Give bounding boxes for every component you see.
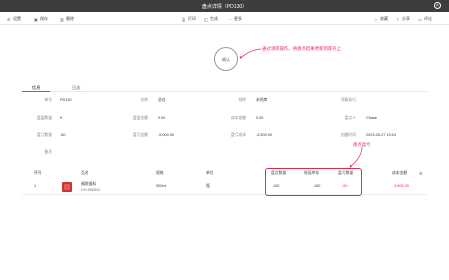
col-index: 序号 [34, 171, 42, 175]
col-cost: 成本金额 [392, 171, 408, 175]
field-value-warehouse: 总仓 [158, 98, 166, 102]
cell-index: 1 [34, 184, 37, 188]
product-thumbnail [62, 182, 72, 192]
toolbar: ⚙ 设置 ▣ 保存 ▥ 删除 ⎙ 打印 ◫ 生成 ⋯ 更多 ☆ 收藏 ⇪ 分享 ▭ 评论 [0, 12, 449, 25]
comment-icon: ▭ [418, 17, 422, 22]
field-label-remark: 备注 [44, 150, 52, 154]
settings-button[interactable]: ⚙ 设置 [7, 16, 21, 22]
generate-label: 生成 [210, 16, 218, 21]
share-icon: ⇪ [396, 17, 400, 22]
field-label-warehouse: 仓库 [140, 98, 148, 102]
field-label-order-no: 单号 [44, 98, 52, 102]
star-icon: ☆ [374, 17, 378, 22]
highlight-box [265, 168, 362, 196]
cell-code: CH-000001 [81, 187, 101, 192]
tab-log[interactable]: 日志 [72, 85, 80, 91]
field-label-surplus-amount: 盘盈金额 [132, 116, 148, 120]
field-value-cost-amount: 0.00 [256, 116, 264, 120]
delete-label: 删除 [66, 16, 74, 21]
settings-icon: ⚙ [7, 17, 11, 22]
favorite-label: 收藏 [380, 16, 388, 21]
form-row: 单号 PD130 仓库 总仓 领库 未领库 领取执行 [22, 98, 427, 108]
field-label-cost-amount: 成本金额 [230, 116, 246, 120]
field-label-counter: 盘点人 [344, 116, 356, 120]
generate-icon: ◫ [204, 17, 208, 22]
save-button[interactable]: ▣ 保存 [34, 16, 48, 22]
field-label-loss-qty: 盘亏数量 [36, 133, 52, 137]
more-icon: ⋯ [228, 17, 232, 22]
field-value-loss-qty: -50 [60, 133, 66, 137]
save-label: 保存 [40, 16, 48, 21]
print-icon: ⎙ [182, 17, 186, 22]
cell-cost: -3,500.00 [393, 184, 410, 188]
field-label-loss-amount: 盘亏金额 [132, 133, 148, 137]
share-button[interactable]: ⇪ 分享 [396, 16, 410, 22]
field-label-surplus-qty: 盘盈数量 [36, 116, 52, 120]
stamp-arrow [239, 48, 262, 59]
field-label-loss-cost: 盘亏成本 [230, 133, 246, 137]
table-row[interactable]: 1 福袋面料 CH-000001 300ml 瓶 100 150 -50 -3,… [22, 179, 427, 195]
field-value-surplus-amount: 0.00 [158, 116, 166, 120]
save-icon: ▣ [34, 17, 38, 22]
field-label-created: 创建时间 [340, 133, 356, 137]
generate-button[interactable]: ◫ 生成 [204, 16, 218, 22]
comment-label: 评论 [424, 16, 432, 21]
close-icon[interactable]: × [434, 2, 441, 9]
table-arrowhead [349, 164, 353, 168]
tab-bar: 信息 日志 [22, 84, 427, 92]
window-titlebar: 盘点详情（PD130） × [0, 0, 449, 12]
col-name: 品名 [81, 171, 89, 175]
cell-name: 福袋面料 [81, 182, 97, 186]
col-unit: 单位 [206, 171, 214, 175]
stamp-arrowhead [239, 55, 243, 59]
field-value-surplus-qty: 5 [60, 116, 63, 120]
delete-icon: ▥ [60, 17, 64, 22]
confirm-stamp[interactable]: 确认 [214, 47, 238, 71]
favorite-button[interactable]: ☆ 收藏 [374, 16, 388, 22]
table-settings-icon[interactable]: ⚙ [419, 171, 422, 176]
print-label: 打印 [188, 16, 196, 21]
print-button[interactable]: ⎙ 打印 [182, 16, 196, 22]
col-spec: 规格 [156, 171, 164, 175]
more-label: 更多 [234, 16, 242, 21]
field-value-created: 2023-05-27 10:04 [366, 133, 396, 137]
window-title: 盘点详情（PD130） [201, 4, 248, 10]
form-row: 盘亏数量 -50 盘亏金额 -5,000.00 盘亏成本 -3,500.00 创… [22, 133, 427, 143]
cell-unit: 瓶 [206, 184, 210, 188]
share-label: 分享 [402, 16, 410, 21]
settings-label: 设置 [13, 16, 21, 21]
stamp-annotation: 通过领库操作，将盘点结果更新到库存上 [262, 46, 342, 51]
form-row: 备注 [22, 150, 427, 160]
field-label-pick-exec: 领取执行 [340, 98, 356, 102]
delete-button[interactable]: ▥ 删除 [60, 16, 74, 22]
tab-active-indicator [22, 91, 50, 92]
more-button[interactable]: ⋯ 更多 [228, 16, 242, 22]
field-value-loss-cost: -3,500.00 [256, 133, 273, 137]
cell-spec: 300ml [156, 184, 167, 188]
form-row: 盘盈数量 5 盘盈金额 0.00 成本金额 0.00 盘点人 Chase [22, 116, 427, 126]
table-header: 序号 品名 规格 单位 盘点数量 账面库存 盈亏数量 成本金额 ⚙ [22, 170, 427, 178]
field-value-loss-amount: -5,000.00 [158, 133, 175, 137]
field-label-pick-status: 领库 [238, 98, 246, 102]
field-value-counter: Chase [366, 116, 377, 120]
field-value-order-no: PD130 [60, 98, 72, 102]
comment-button[interactable]: ▭ 评论 [418, 16, 432, 22]
field-value-pick-status: 未领库 [256, 98, 268, 102]
